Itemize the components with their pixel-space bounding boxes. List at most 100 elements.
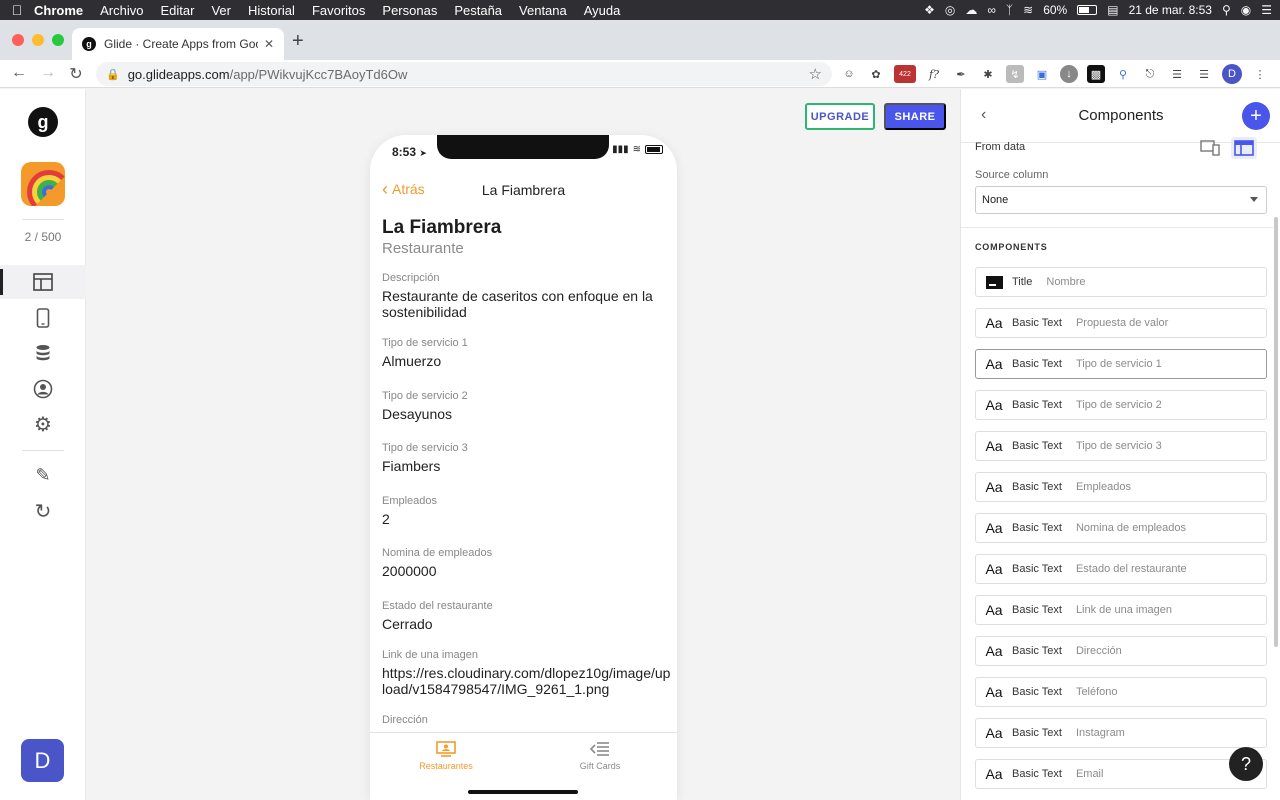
spotlight-search-icon[interactable]: ⚲: [1222, 3, 1231, 17]
extension-dropper-icon[interactable]: ✒: [952, 65, 970, 83]
add-component-button[interactable]: +: [1242, 102, 1270, 130]
extension-gnome-icon[interactable]: ✿: [867, 65, 885, 83]
component-type: Basic Text: [1012, 645, 1062, 657]
component-basic-text[interactable]: Aa Basic Text Teléfono: [975, 677, 1267, 707]
macos-menu-bar:  Chrome Archivo Editar Ver Historial Fa…: [0, 0, 1280, 20]
menu-personas[interactable]: Personas: [382, 3, 437, 18]
user-avatar[interactable]: D: [21, 739, 64, 782]
phone-notch: [437, 135, 609, 159]
rail-item-sync[interactable]: ↻: [0, 494, 86, 528]
component-basic-text[interactable]: Aa Basic Text Tipo de servicio 3: [975, 431, 1267, 461]
component-basic-text[interactable]: Aa Basic Text Dirección: [975, 636, 1267, 666]
sync-icon[interactable]: ◎: [945, 3, 955, 17]
title-component-icon: [976, 275, 1012, 289]
component-basic-text[interactable]: Aa Basic Text Tipo de servicio 1: [975, 349, 1267, 379]
clock[interactable]: 21 de mar. 8:53: [1129, 3, 1212, 17]
tab-gift-cards[interactable]: Gift Cards: [540, 741, 660, 771]
chrome-menu-icon[interactable]: ⋮: [1251, 65, 1269, 83]
rail-item-settings[interactable]: ⚙: [0, 407, 86, 441]
glide-logo[interactable]: g: [28, 107, 58, 137]
app-rainbow-icon[interactable]: [21, 162, 65, 206]
panel-scrollbar[interactable]: [1274, 217, 1278, 647]
rail-item-layout[interactable]: [0, 265, 86, 299]
component-basic-text[interactable]: Aa Basic Text Estado del restaurante: [975, 554, 1267, 584]
component-title[interactable]: Title Nombre: [975, 267, 1267, 297]
dropbox-icon[interactable]: ❖: [924, 3, 935, 17]
window-minimize-button[interactable]: [32, 34, 44, 46]
browser-tab-glide[interactable]: g Glide · Create Apps from Goog ✕: [72, 28, 284, 60]
address-bar[interactable]: 🔒 go.glideapps.com/app/PWikvujKcc7BAoyTd…: [96, 62, 832, 86]
source-column-select[interactable]: None: [975, 186, 1267, 214]
component-basic-text[interactable]: Aa Basic Text Nomina de empleados: [975, 513, 1267, 543]
battery-icon[interactable]: [1077, 5, 1098, 15]
url-host: go.glideapps.com: [127, 66, 230, 82]
reading-list-icon[interactable]: ☰: [1168, 65, 1186, 83]
forward-arrow-icon[interactable]: →: [38, 64, 58, 82]
window-zoom-button[interactable]: [52, 34, 64, 46]
component-column: Dirección: [1075, 645, 1122, 657]
bluetooth-icon[interactable]: ᛉ: [1006, 3, 1013, 17]
bookmark-star-icon[interactable]: ☆: [809, 65, 822, 83]
panel-title: Components: [1078, 107, 1164, 124]
component-basic-text[interactable]: Aa Basic Text Empleados: [975, 472, 1267, 502]
notification-center-icon[interactable]: ☰: [1261, 3, 1272, 17]
apple-icon[interactable]: : [0, 2, 34, 18]
cloud-upload-icon[interactable]: ☁: [965, 3, 977, 17]
wifi-icon[interactable]: ≋: [1023, 3, 1033, 17]
component-basic-text[interactable]: Aa Basic Text Instagram: [975, 718, 1267, 748]
window-close-button[interactable]: [12, 34, 24, 46]
component-basic-text[interactable]: Aa Basic Text Propuesta de valor: [975, 308, 1267, 338]
rail-item-data[interactable]: [0, 336, 86, 370]
menu-editar[interactable]: Editar: [160, 3, 194, 18]
component-basic-text[interactable]: Aa Basic Text Email: [975, 759, 1267, 789]
component-basic-text[interactable]: Aa Basic Text Link de una imagen: [975, 595, 1267, 625]
rail-item-phone[interactable]: [0, 301, 86, 335]
tab-restaurantes[interactable]: Restaurantes: [386, 741, 506, 771]
component-type: Basic Text: [1012, 727, 1062, 739]
extension-function-icon[interactable]: f?: [925, 65, 943, 83]
menu-ayuda[interactable]: Ayuda: [584, 3, 621, 18]
extension-search-icon[interactable]: ⚲: [1114, 65, 1132, 83]
extension-qr-icon[interactable]: ▩: [1087, 65, 1105, 83]
view-detail-toggle[interactable]: [1197, 137, 1223, 159]
extension-download-icon[interactable]: ↓: [1060, 65, 1078, 83]
menu-ver[interactable]: Ver: [211, 3, 231, 18]
menu-app-chrome[interactable]: Chrome: [34, 3, 83, 18]
detail-subtitle: Restaurante: [382, 240, 464, 257]
back-arrow-icon[interactable]: ←: [9, 64, 29, 82]
pencil-icon: ✎: [35, 464, 51, 485]
menu-pestana[interactable]: Pestaña: [454, 3, 502, 18]
menu-archivo[interactable]: Archivo: [100, 3, 143, 18]
extension-grey-icon[interactable]: ↯: [1006, 65, 1024, 83]
siri-icon[interactable]: ◉: [1241, 3, 1251, 17]
dropdown-caret-icon: [1250, 197, 1258, 202]
rail-item-edit[interactable]: ✎: [0, 458, 86, 492]
upgrade-button[interactable]: UPGRADE: [805, 103, 875, 130]
view-list-toggle[interactable]: [1231, 137, 1257, 159]
new-tab-button[interactable]: +: [292, 30, 304, 53]
menu-historial[interactable]: Historial: [248, 3, 295, 18]
reload-icon[interactable]: ↻: [66, 64, 86, 84]
extension-badge-icon[interactable]: 422: [894, 65, 916, 83]
component-basic-text[interactable]: Aa Basic Text Tipo de servicio 2: [975, 390, 1267, 420]
glasses-icon[interactable]: ∞: [987, 3, 996, 17]
menu-favoritos[interactable]: Favoritos: [312, 3, 365, 18]
profile-avatar[interactable]: D: [1222, 64, 1242, 84]
share-button[interactable]: SHARE: [884, 103, 946, 130]
lock-icon[interactable]: 🔒: [106, 68, 120, 81]
calendar-icon[interactable]: ▤: [1107, 3, 1118, 17]
extension-bug-icon[interactable]: ✱: [979, 65, 997, 83]
extension-face-icon[interactable]: ☺: [840, 65, 858, 83]
extension-blue-card-icon[interactable]: ▣: [1033, 65, 1051, 83]
extension-checklist-icon[interactable]: ☰: [1195, 65, 1213, 83]
layout-icon: [33, 273, 53, 291]
rail-item-users[interactable]: [0, 372, 86, 406]
help-button[interactable]: ?: [1229, 747, 1263, 781]
devices-icon: [1200, 140, 1220, 156]
extension-pin-icon[interactable]: ⎋: [1141, 65, 1159, 83]
phone-nav-title: La Fiambrera: [481, 182, 566, 198]
field-value[interactable]: https://res.cloudinary.com/dlopez10g/ima…: [382, 665, 672, 697]
menu-ventana[interactable]: Ventana: [519, 3, 567, 18]
tab-close-icon[interactable]: ✕: [264, 37, 274, 51]
component-column: Nombre: [1046, 276, 1086, 288]
